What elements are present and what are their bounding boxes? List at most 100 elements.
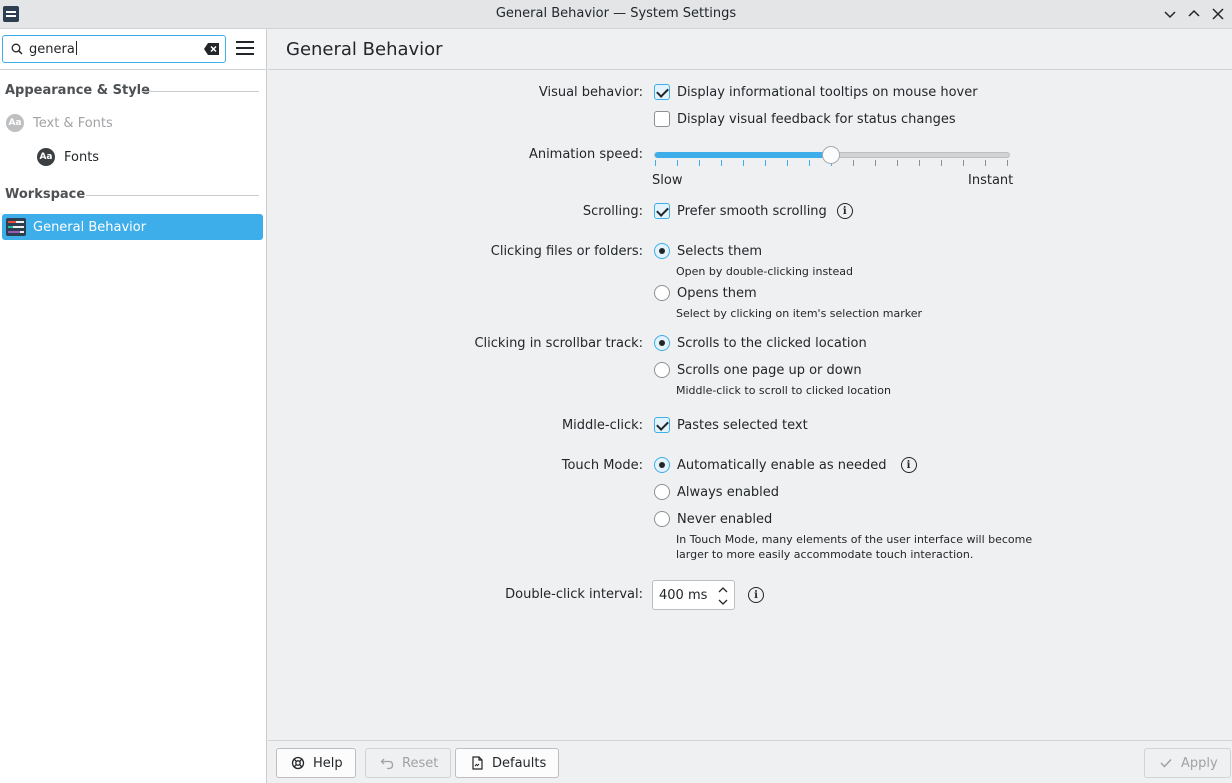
animation-speed-label: Animation speed: (528, 147, 643, 162)
slider-tick (919, 160, 920, 166)
divider (141, 91, 259, 92)
checkbox-checked[interactable] (654, 417, 670, 433)
reset-button[interactable]: Reset (365, 748, 452, 778)
scrollbar-track-label: Clicking in scrollbar track: (474, 336, 643, 351)
opens-them-radio[interactable]: Opens them (654, 285, 757, 301)
reset-label: Reset (402, 755, 439, 771)
slider-tick (655, 160, 656, 166)
radio-unselected[interactable] (654, 285, 670, 301)
touch-auto-radio[interactable]: Automatically enable as needed i (654, 457, 917, 473)
radio-label: Opens them (677, 285, 757, 301)
double-click-spinbox[interactable]: 400 ms (652, 580, 735, 610)
undo-icon (380, 758, 394, 770)
selects-them-radio[interactable]: Selects them (654, 243, 762, 259)
radio-selected[interactable] (654, 457, 670, 473)
minimize-button[interactable] (1160, 4, 1180, 24)
page-header: General Behavior (268, 29, 1232, 70)
slider-tick (677, 160, 678, 166)
search-value: genera (29, 41, 77, 57)
checkbox-label: Pastes selected text (677, 417, 808, 433)
window-title: General Behavior — System Settings (495, 6, 737, 21)
smooth-scrolling-checkbox[interactable]: Prefer smooth scrolling i (654, 203, 853, 219)
apply-label: Apply (1181, 755, 1218, 771)
tooltips-checkbox[interactable]: Display informational tooltips on mouse … (654, 84, 978, 100)
slider-max-label: Instant (968, 173, 1014, 188)
settings-content: Visual behavior: Display informational t… (268, 70, 1232, 740)
sidebar-item-label: Text & Fonts (33, 115, 113, 131)
clear-search-icon[interactable] (203, 42, 220, 56)
checkbox-unchecked[interactable] (654, 111, 670, 127)
visual-feedback-checkbox[interactable]: Display visual feedback for status chang… (654, 111, 956, 127)
info-icon[interactable]: i (748, 587, 764, 603)
slider-tick (875, 160, 876, 166)
radio-label: Scrolls one page up or down (677, 362, 862, 378)
slider-tick (941, 160, 942, 166)
close-icon (1212, 8, 1224, 20)
document-defaults-icon (472, 756, 483, 770)
help-label: Help (313, 755, 343, 771)
defaults-button[interactable]: Defaults (455, 748, 560, 778)
radio-unselected[interactable] (654, 362, 670, 378)
slider-handle[interactable] (822, 146, 840, 164)
radio-label: Always enabled (677, 484, 780, 500)
sidebar-item-text-fonts[interactable]: Aa Text & Fonts (6, 110, 264, 136)
maximize-button[interactable] (1184, 4, 1204, 24)
slider-tick (985, 160, 986, 166)
slider-tick (897, 160, 898, 166)
radio-selected[interactable] (654, 335, 670, 351)
scrolling-label: Scrolling: (582, 204, 643, 219)
chevron-down-icon (1164, 11, 1176, 19)
touch-mode-hint: In Touch Mode, many elements of the user… (676, 533, 1033, 546)
touch-never-radio[interactable]: Never enabled (654, 511, 772, 527)
slider-tick (699, 160, 700, 166)
scroll-to-location-radio[interactable]: Scrolls to the clicked location (654, 335, 867, 351)
sidebar-item-fonts[interactable]: Aa Fonts (37, 144, 263, 170)
slider-tick (743, 160, 744, 166)
radio-label: Automatically enable as needed (677, 457, 887, 473)
divider (86, 195, 259, 196)
checkmark-icon (1160, 758, 1172, 768)
section-workspace: Workspace (5, 187, 86, 202)
slider-tick (1007, 160, 1008, 166)
radio-hint: Select by clicking on item's selection m… (676, 307, 922, 320)
chevron-up-icon (1188, 9, 1200, 17)
radio-label: Never enabled (677, 511, 773, 527)
slider-tick (853, 160, 854, 166)
slider-fill (655, 152, 833, 158)
visual-behavior-label: Visual behavior: (538, 85, 643, 100)
radio-hint: Open by double-clicking instead (676, 265, 853, 278)
title-bar: General Behavior — System Settings (0, 0, 1232, 29)
spin-arrows-icon[interactable] (717, 585, 729, 607)
aa-icon: Aa (37, 148, 55, 166)
slider-tick (809, 160, 810, 166)
checkbox-label: Prefer smooth scrolling (677, 203, 827, 219)
sidebar-item-label: Fonts (64, 149, 100, 165)
slider-tick (787, 160, 788, 166)
slider-min-label: Slow (652, 173, 683, 188)
page-title: General Behavior (286, 39, 443, 60)
apply-button[interactable]: Apply (1144, 748, 1231, 778)
info-icon[interactable]: i (836, 203, 853, 219)
defaults-label: Defaults (492, 755, 547, 771)
clicking-files-label: Clicking files or folders: (490, 244, 643, 259)
radio-unselected[interactable] (654, 484, 670, 500)
checkbox-checked[interactable] (654, 84, 670, 100)
radio-selected[interactable] (654, 243, 670, 259)
radio-unselected[interactable] (654, 511, 670, 527)
spinbox-value: 400 ms (659, 588, 708, 603)
checkbox-checked[interactable] (654, 203, 670, 219)
scroll-one-page-radio[interactable]: Scrolls one page up or down (654, 362, 862, 378)
help-button[interactable]: Help (276, 748, 356, 778)
sidebar: genera Appearance & Style Aa Text & Font… (0, 29, 267, 783)
paste-selected-checkbox[interactable]: Pastes selected text (654, 417, 808, 433)
touch-always-radio[interactable]: Always enabled (654, 484, 779, 500)
search-input[interactable]: genera (2, 35, 226, 63)
info-icon[interactable]: i (900, 457, 917, 473)
sidebar-item-general-behavior[interactable]: General Behavior (2, 214, 263, 240)
help-icon (291, 756, 305, 770)
hamburger-menu-button[interactable] (236, 41, 254, 57)
slider-tick (963, 160, 964, 166)
radio-hint: Middle-click to scroll to clicked locati… (676, 384, 891, 397)
close-button[interactable] (1208, 4, 1228, 24)
radio-label: Selects them (677, 243, 763, 259)
